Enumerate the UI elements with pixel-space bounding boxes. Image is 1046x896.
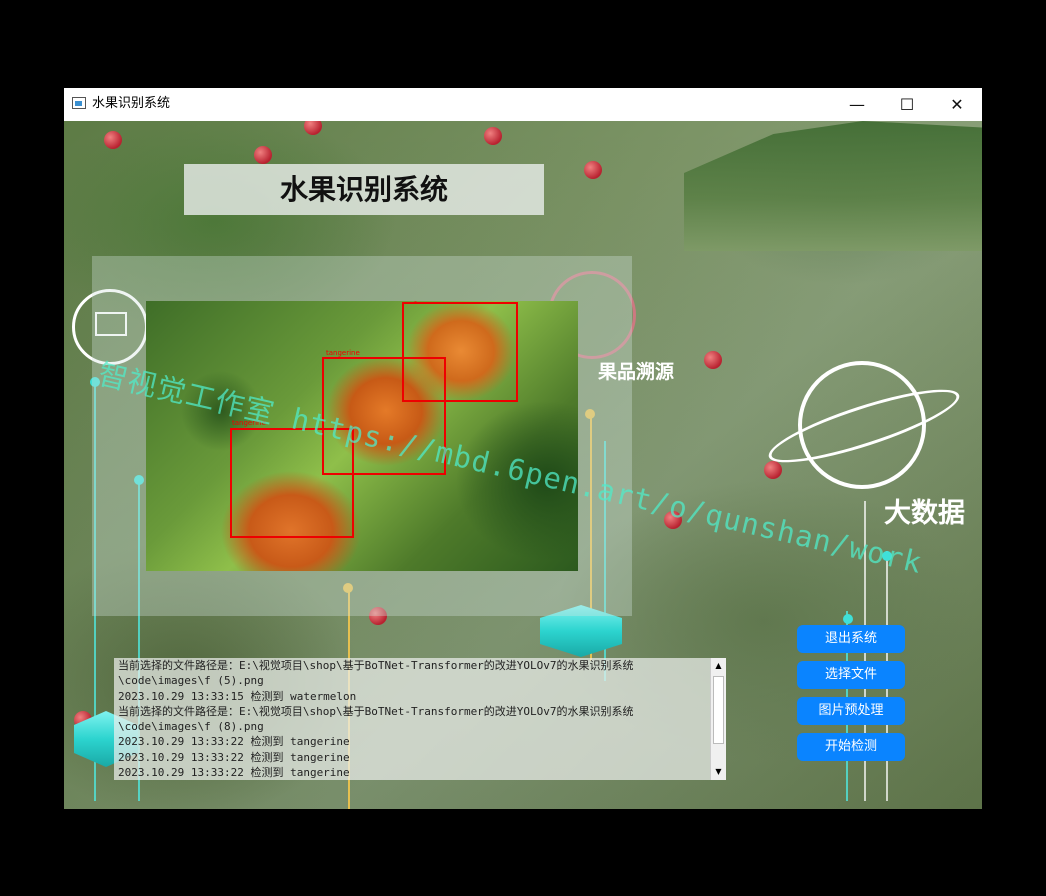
background-orchard: 水果识别系统 tangerine tangerine tangerine 果品溯… [64,121,982,809]
detection-label: tangerine [402,301,436,302]
circuit-node [843,614,853,624]
detection-label: tangerine [326,349,360,357]
background-apple [764,461,782,479]
background-hills [684,121,982,251]
log-line: 2023.10.29 13:33:22 检测到 tangerine [118,735,350,749]
background-apple [704,351,722,369]
big-data-label: 大数据 [884,498,965,529]
traceability-label: 果品溯源 [598,361,675,383]
log-line: 当前选择的文件路径是：E:\视觉项目\shop\基于BoTNet-Transfo… [118,659,634,672]
log-scrollbar[interactable]: ▲ ▼ [710,658,726,780]
log-line: 2023.10.29 13:33:22 检测到 tangerine [118,766,350,780]
scroll-down-icon[interactable]: ▼ [711,764,726,780]
satellite-icon [798,361,926,489]
exit-system-button[interactable]: 退出系统 [797,625,905,653]
log-line: \code\images\f (8).png [118,720,264,734]
log-line: 2023.10.29 13:33:22 检测到 tangerine [118,750,350,764]
select-file-button[interactable]: 选择文件 [797,661,905,689]
close-button[interactable]: ✕ [934,88,980,121]
page-title: 水果识别系统 [279,173,448,206]
title-panel: 水果识别系统 [184,164,544,215]
app-window: 水果识别系统 — ☐ ✕ 水果识别系统 tangerine tangerine … [64,88,982,809]
scroll-thumb[interactable] [713,676,724,744]
log-text: 当前选择的文件路径是：E:\视觉项目\shop\基于BoTNet-Transfo… [118,658,708,780]
background-apple [254,146,272,164]
maximize-button[interactable]: ☐ [884,88,930,121]
log-line: 2023.10.29 13:33:15 检测到 watermelon [118,689,357,703]
log-line: 当前选择的文件路径是：E:\视觉项目\shop\基于BoTNet-Transfo… [118,704,634,718]
minimize-button[interactable]: — [834,88,880,121]
start-detection-button[interactable]: 开始检测 [797,733,905,761]
log-line: \code\images\f (5).png [118,674,264,688]
background-apple [104,131,122,149]
scroll-up-icon[interactable]: ▲ [711,658,726,674]
window-title: 水果识别系统 [92,96,171,111]
background-apple [584,161,602,179]
app-icon [72,97,86,109]
background-apple [304,121,322,135]
title-bar[interactable]: 水果识别系统 — ☐ ✕ [64,88,982,121]
background-apple [484,127,502,145]
preprocess-image-button[interactable]: 图片预处理 [797,697,905,725]
log-output[interactable]: 当前选择的文件路径是：E:\视觉项目\shop\基于BoTNet-Transfo… [114,658,726,780]
